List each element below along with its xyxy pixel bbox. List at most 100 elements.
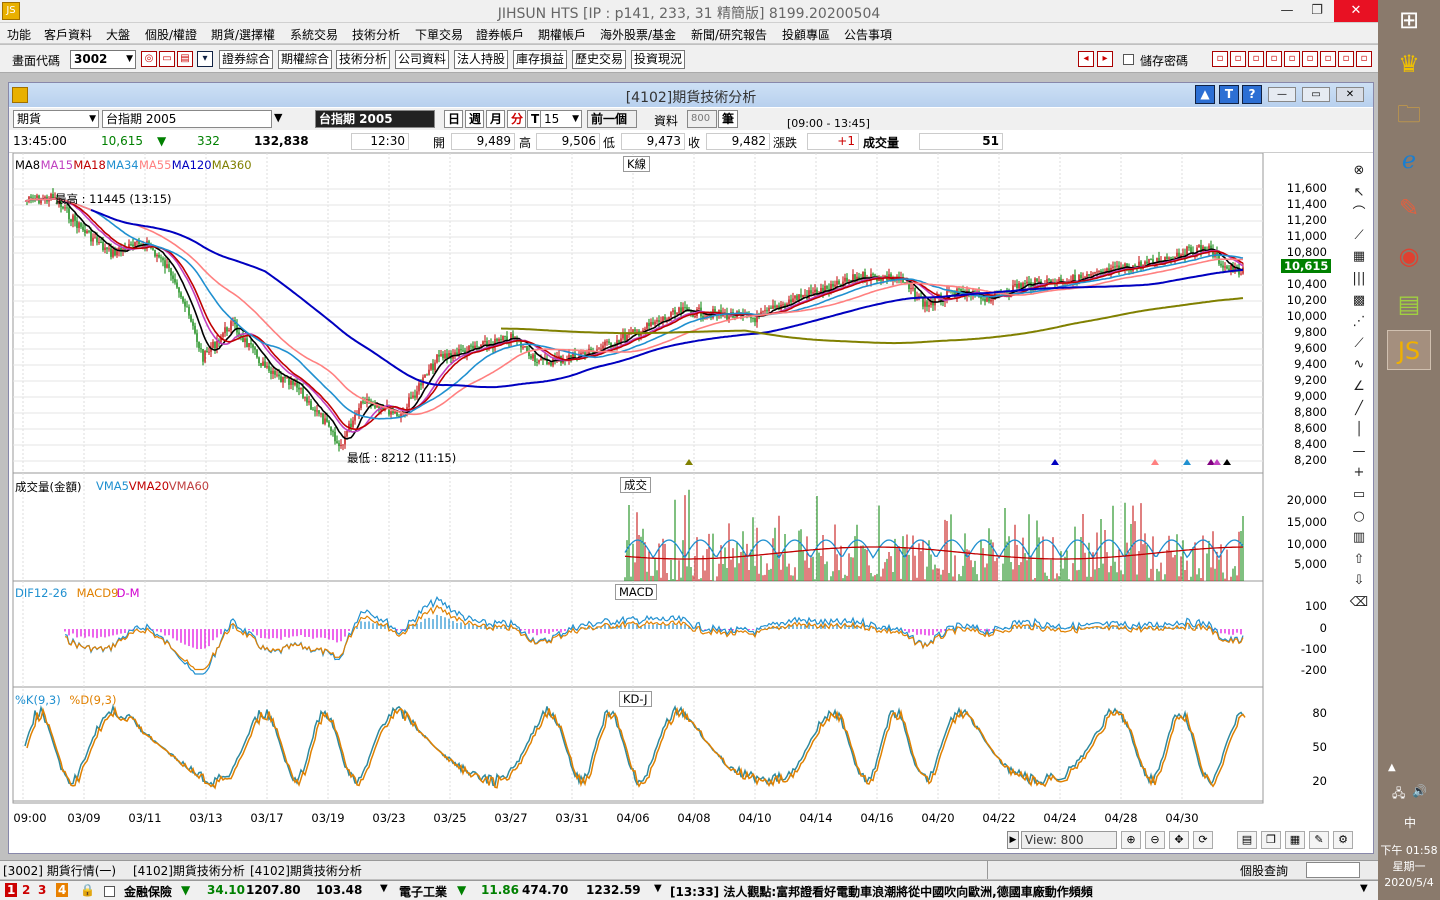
ray-icon[interactable]: ⟋	[1349, 334, 1369, 354]
news-dropdown-icon[interactable]: ▼	[1360, 883, 1368, 894]
arrow-right-icon[interactable]: ▸	[1097, 51, 1113, 67]
period-1[interactable]: 週	[465, 110, 484, 128]
period-3[interactable]: 分	[507, 110, 526, 128]
up-icon[interactable]: ⇧	[1349, 550, 1369, 570]
save-password-checkbox[interactable]	[1123, 54, 1134, 65]
ticker-num-1[interactable]: 1	[5, 883, 18, 897]
sticky-notes-icon[interactable]: ▤	[1387, 284, 1431, 324]
lock-icon[interactable]: ▤	[177, 51, 193, 67]
columns-icon[interactable]: ▥	[1349, 528, 1369, 548]
toolbar-pen-icon[interactable]: ▫	[1212, 51, 1228, 67]
file-explorer-icon[interactable]: 🗀	[1387, 94, 1431, 134]
move-up-icon[interactable]: ▲	[1195, 85, 1215, 104]
technical-chart[interactable]	[9, 153, 1345, 829]
ticker-num-3[interactable]: 3	[38, 883, 46, 897]
grid-icon[interactable]: ▦	[1349, 247, 1369, 267]
eraser-icon[interactable]: ⌫	[1349, 593, 1369, 613]
ticker-num-4[interactable]: 4	[56, 883, 69, 897]
menu-item-11[interactable]: 新聞/研究報告	[691, 26, 767, 43]
code-input[interactable]: 3002 ▼	[70, 50, 136, 69]
toolbar-button-7[interactable]: 投資現況	[631, 50, 685, 69]
pan-icon[interactable]: ✥	[1169, 831, 1189, 849]
menu-item-3[interactable]: 個股/權證	[145, 26, 197, 43]
tab-3002[interactable]: [3002] 期貨行情(一)	[3, 862, 116, 879]
cursor-icon[interactable]: ↖	[1349, 183, 1369, 203]
menu-item-1[interactable]: 客戶資料	[44, 26, 92, 43]
symbol-select[interactable]: 台指期 2005	[102, 110, 272, 128]
symbol-dropdown-icon[interactable]: ▼	[274, 111, 282, 124]
inner-minimize-button[interactable]: —	[1268, 87, 1296, 102]
menu-item-10[interactable]: 海外股票/基金	[600, 26, 676, 43]
zoom-in-icon[interactable]: ⊕	[1121, 831, 1141, 849]
clock-time[interactable]: 下午 01:58	[1380, 842, 1438, 858]
menu-item-13[interactable]: 公告事項	[844, 26, 892, 43]
angle-icon[interactable]: ∠	[1349, 377, 1369, 397]
menu-item-7[interactable]: 下單交易	[415, 26, 463, 43]
menu-item-4[interactable]: 期貨/選擇權	[211, 26, 275, 43]
windows-start-icon[interactable]: ⊞	[1387, 0, 1431, 40]
toolbar-cut-icon[interactable]: ▫	[1356, 51, 1372, 67]
paint-icon[interactable]: ✎	[1387, 188, 1431, 228]
tab-4102-b[interactable]: [4102]期貨技術分析	[250, 862, 362, 879]
close-button[interactable]: ✕	[1334, 0, 1378, 22]
toolbar-button-6[interactable]: 歷史交易	[572, 50, 626, 69]
minutes-select[interactable]: 15 ▼	[540, 110, 582, 128]
toolbar-button-1[interactable]: 期權綜合	[278, 50, 332, 69]
toolbar-copy-icon[interactable]: ▫	[1338, 51, 1354, 67]
help-icon[interactable]: ?	[1242, 85, 1262, 104]
cancel-icon[interactable]: ⊗	[1349, 161, 1369, 181]
tray-up-icon[interactable]: ▲	[1388, 762, 1396, 773]
inner-restore-button[interactable]: ▭	[1302, 87, 1330, 102]
toolbar-text-icon[interactable]: ▫	[1284, 51, 1300, 67]
print-icon[interactable]: ▭	[159, 51, 175, 67]
ticker-lock-icon[interactable]: 🔒	[80, 883, 95, 897]
refresh-icon[interactable]: ⟳	[1193, 831, 1213, 849]
tab-4102-a[interactable]: [4102]期貨技術分析	[133, 862, 245, 879]
menu-item-0[interactable]: 功能	[7, 26, 31, 43]
jihsun-app-icon[interactable]: JS	[1387, 330, 1431, 370]
menu-item-5[interactable]: 系統交易	[290, 26, 338, 43]
dropdown-icon[interactable]: ▾	[197, 51, 213, 67]
crown-icon[interactable]: ♛	[1387, 44, 1431, 84]
chrome-icon[interactable]: ◉	[1387, 236, 1431, 276]
data-count-input[interactable]: 800	[687, 110, 717, 128]
menu-item-12[interactable]: 投顧專區	[782, 26, 830, 43]
network-icon[interactable]: 🖧	[1392, 784, 1405, 805]
arc-icon[interactable]: ⌒	[1349, 204, 1369, 224]
toolbar-button-2[interactable]: 技術分析	[336, 50, 390, 69]
vline-icon[interactable]: │	[1349, 420, 1369, 440]
rect-icon[interactable]: ▭	[1349, 485, 1369, 505]
toolbar-window-icon[interactable]: ▫	[1248, 51, 1264, 67]
down-icon[interactable]: ⇩	[1349, 571, 1369, 591]
internet-explorer-icon[interactable]: ℯ	[1387, 140, 1431, 180]
bars-icon[interactable]: |||	[1349, 269, 1369, 289]
copy-icon[interactable]: ❐	[1261, 831, 1281, 849]
menu-item-8[interactable]: 證券帳戶	[476, 26, 524, 43]
minimize-button[interactable]: —	[1272, 0, 1302, 22]
toolbar-print-icon[interactable]: ▫	[1266, 51, 1282, 67]
toolbar-cross-icon[interactable]: ▫	[1320, 51, 1336, 67]
prev-button[interactable]: 前一個	[587, 110, 637, 128]
ticker-checkbox[interactable]	[104, 886, 115, 897]
slash-icon[interactable]: ╱	[1349, 399, 1369, 419]
inner-close-button[interactable]: ✕	[1336, 87, 1364, 102]
news-headline[interactable]: [13:33] 法人觀點:富邦證看好電動車浪潮將從中國吹向歐洲,德國車廠動作頻頻	[670, 883, 1093, 900]
sector1-dropdown-icon[interactable]: ▼	[380, 883, 388, 894]
unit-button[interactable]: 筆	[718, 110, 738, 128]
restore-button[interactable]: ❐	[1302, 0, 1332, 22]
layout-icon[interactable]: ▦	[1285, 831, 1305, 849]
search-icon[interactable]: ◎	[141, 51, 157, 67]
indicator-icon[interactable]: ▤	[1237, 831, 1257, 849]
period-2[interactable]: 月	[486, 110, 505, 128]
wave-icon[interactable]: ∿	[1349, 355, 1369, 375]
toolbar-button-4[interactable]: 法人持股	[454, 50, 508, 69]
pen-icon[interactable]: ✎	[1309, 831, 1329, 849]
stock-query-input[interactable]	[1306, 862, 1360, 878]
period-0[interactable]: 日	[444, 110, 463, 128]
menu-item-6[interactable]: 技術分析	[352, 26, 400, 43]
ime-indicator[interactable]: 中	[1404, 814, 1416, 831]
hline-icon[interactable]: —	[1349, 442, 1369, 462]
menu-item-2[interactable]: 大盤	[106, 26, 130, 43]
scroll-right-button[interactable]: ▶	[1007, 831, 1019, 849]
toolbar-button-0[interactable]: 證券綜合	[219, 50, 273, 69]
